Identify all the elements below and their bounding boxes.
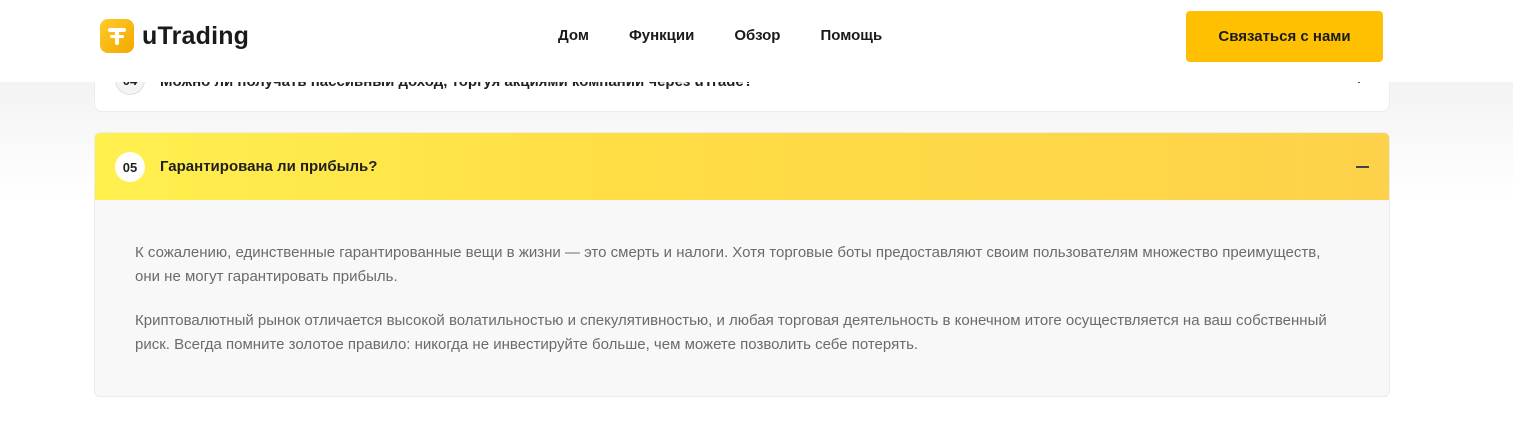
nav-item-help[interactable]: Помощь bbox=[820, 27, 882, 44]
faq-answer: К сожалению, единственные гарантированны… bbox=[135, 241, 1335, 377]
site-header: uTrading Дом Функции Обзор Помощь Связат… bbox=[0, 0, 1513, 82]
faq-answer-paragraph: Криптовалютный рынок отличается высокой … bbox=[135, 312, 1327, 353]
faq-question-header[interactable]: 05 Гарантирована ли прибыль? bbox=[95, 133, 1389, 200]
contact-us-button[interactable]: Связаться с нами bbox=[1186, 11, 1383, 62]
main-nav: Дом Функции Обзор Помощь bbox=[558, 27, 882, 44]
nav-item-home[interactable]: Дом bbox=[558, 27, 589, 44]
nav-item-features[interactable]: Функции bbox=[629, 27, 694, 44]
faq-item-05: 05 Гарантирована ли прибыль? К сожалению… bbox=[94, 132, 1390, 397]
faq-question: Гарантирована ли прибыль? bbox=[160, 158, 378, 175]
logo-icon bbox=[100, 19, 134, 53]
faq-number-badge: 05 bbox=[115, 152, 145, 182]
minus-icon[interactable] bbox=[1356, 166, 1369, 168]
page: 04 Можно ли получать пассивный доход, то… bbox=[0, 0, 1513, 429]
brand-name: uTrading bbox=[142, 21, 250, 50]
brand-logo[interactable]: uTrading bbox=[100, 19, 249, 53]
faq-answer-paragraph: К сожалению, единственные гарантированны… bbox=[135, 244, 1321, 285]
nav-item-review[interactable]: Обзор bbox=[734, 27, 780, 44]
